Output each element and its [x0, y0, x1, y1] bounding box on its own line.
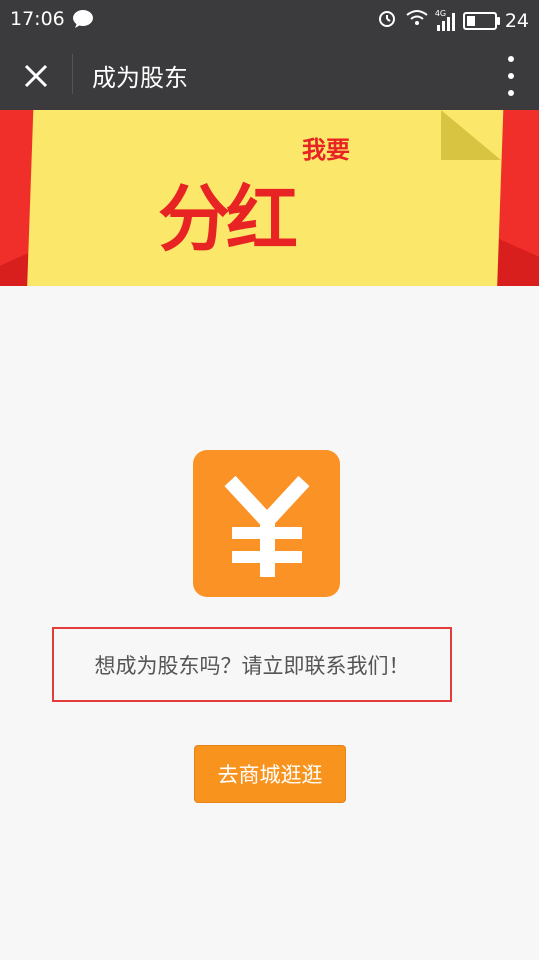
- more-dot-icon: [508, 56, 514, 62]
- battery-level: 24: [504, 9, 529, 32]
- close-icon: [24, 64, 48, 88]
- close-button[interactable]: [16, 56, 56, 96]
- yen-icon: [193, 450, 340, 597]
- more-dot-icon: [508, 90, 514, 96]
- alarm-icon: [377, 8, 397, 33]
- status-bar: 17:06 4G 24: [0, 0, 539, 38]
- more-options-button[interactable]: [505, 56, 517, 96]
- contact-message: 想成为股东吗？请立即联系我们！: [94, 653, 410, 678]
- banner-small-text: 我要: [302, 136, 350, 164]
- promo-banner: 我要 分红: [0, 110, 539, 286]
- banner-title: 分红: [158, 177, 298, 261]
- chat-notification-icon: [72, 9, 94, 34]
- signal-icon: 4G: [434, 8, 455, 31]
- wifi-icon: [405, 9, 429, 32]
- network-label: 4G: [434, 8, 447, 18]
- status-icons: 4G 24: [377, 8, 529, 33]
- contact-message-box: 想成为股东吗？请立即联系我们！: [52, 627, 452, 702]
- battery-icon: [462, 11, 500, 30]
- more-dot-icon: [508, 73, 514, 79]
- page-title: 成为股东: [92, 64, 188, 92]
- status-time: 17:06: [10, 8, 65, 30]
- nav-divider: [72, 54, 73, 94]
- navigation-bar: 成为股东: [0, 38, 539, 110]
- go-to-shop-button[interactable]: 去商城逛逛: [194, 745, 346, 803]
